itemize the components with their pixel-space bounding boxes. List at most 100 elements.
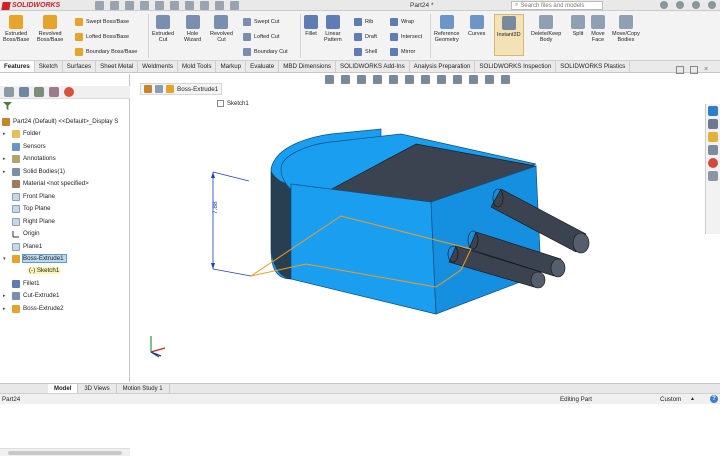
view-settings-icon[interactable] bbox=[485, 75, 494, 84]
display-manager-icon[interactable] bbox=[64, 87, 74, 97]
move-face-button[interactable]: Move Face bbox=[591, 15, 605, 43]
swept-cut-button[interactable]: Swept Cut bbox=[243, 18, 279, 26]
help-icon[interactable] bbox=[676, 1, 684, 9]
solidworks-logo[interactable]: SOLIDWORKS bbox=[1, 1, 60, 10]
tree-item-folder[interactable]: ▸ Folder bbox=[3, 128, 41, 139]
restore-icon[interactable] bbox=[676, 66, 684, 74]
user-icon[interactable] bbox=[660, 1, 668, 9]
appearances-icon[interactable] bbox=[708, 158, 718, 168]
lofted-cut-button[interactable]: Lofted Cut bbox=[243, 33, 279, 41]
dynamic-annotation-icon[interactable] bbox=[389, 75, 398, 84]
undo-icon[interactable] bbox=[170, 1, 179, 10]
open-icon[interactable] bbox=[125, 1, 134, 10]
rebuild-icon[interactable] bbox=[215, 1, 224, 10]
3d-model[interactable] bbox=[131, 74, 705, 382]
mirror-button[interactable]: Mirror bbox=[390, 48, 415, 56]
tree-item-sensors[interactable]: Sensors bbox=[3, 141, 46, 152]
maximize-icon[interactable] bbox=[690, 66, 698, 74]
section-view-icon[interactable] bbox=[373, 75, 382, 84]
tab-solidworks-inspection[interactable]: SOLIDWORKS Inspection bbox=[475, 61, 557, 72]
tree-item-origin[interactable]: Origin bbox=[3, 228, 40, 239]
custom-properties-icon[interactable] bbox=[708, 171, 718, 181]
units-selector[interactable]: Custom bbox=[660, 396, 681, 403]
tab-weldments[interactable]: Weldments bbox=[138, 61, 179, 72]
print-icon[interactable] bbox=[155, 1, 164, 10]
expand-arrow-icon[interactable]: ▸ bbox=[3, 156, 9, 162]
expand-arrow-icon[interactable]: ▸ bbox=[3, 169, 9, 175]
revolved-boss-button[interactable]: Revolved Boss/Base bbox=[37, 15, 63, 43]
expand-arrow-icon[interactable]: ▸ bbox=[3, 306, 9, 312]
linear-pattern-button[interactable]: Linear Pattern bbox=[324, 15, 342, 43]
draft-button[interactable]: Draft bbox=[354, 33, 377, 41]
file-explorer-icon[interactable] bbox=[708, 132, 718, 142]
breadcrumb[interactable]: Boss-Extrude1 bbox=[140, 83, 223, 95]
apply-scene-icon[interactable] bbox=[469, 75, 478, 84]
tab-markup[interactable]: Markup bbox=[216, 61, 247, 72]
hide-show-items-icon[interactable] bbox=[437, 75, 446, 84]
expand-arrow-icon[interactable]: ▸ bbox=[3, 131, 9, 137]
tab-mbd-dimensions[interactable]: MBD Dimensions bbox=[279, 61, 337, 72]
tree-item-fillet1[interactable]: Fillet1 bbox=[3, 278, 40, 289]
design-library-icon[interactable] bbox=[708, 119, 718, 129]
dimension-value[interactable]: 7.88 bbox=[212, 201, 219, 214]
wrap-button[interactable]: Wrap bbox=[390, 18, 414, 26]
tree-item-annotations[interactable]: ▸ Annotations bbox=[3, 153, 56, 164]
tab-features[interactable]: Features bbox=[0, 61, 35, 72]
view-orientation-icon[interactable] bbox=[405, 75, 414, 84]
tab-motion-study-1[interactable]: Motion Study 1 bbox=[117, 384, 170, 393]
collapse-arrow-icon[interactable]: ▾ bbox=[3, 256, 9, 262]
close-icon[interactable] bbox=[708, 1, 716, 9]
property-manager-icon[interactable] bbox=[19, 87, 29, 97]
display-style-icon[interactable] bbox=[421, 75, 430, 84]
zoom-to-area-icon[interactable] bbox=[341, 75, 350, 84]
expand-arrow-icon[interactable]: ▸ bbox=[3, 293, 9, 299]
minimize-icon[interactable] bbox=[692, 1, 700, 9]
options-icon[interactable] bbox=[230, 1, 239, 10]
dimxpert-manager-icon[interactable] bbox=[49, 87, 59, 97]
split-button[interactable]: Split bbox=[571, 15, 585, 37]
reference-geometry-button[interactable]: Reference Geometry bbox=[434, 15, 459, 43]
home-icon[interactable] bbox=[95, 1, 104, 10]
fillet-button[interactable]: Fillet bbox=[304, 15, 318, 37]
edit-appearance-icon[interactable] bbox=[453, 75, 462, 84]
tab-sketch[interactable]: Sketch bbox=[35, 61, 63, 72]
horizontal-scrollbar[interactable] bbox=[0, 448, 130, 456]
boundary-cut-button[interactable]: Boundary Cut bbox=[243, 48, 288, 56]
extruded-boss-button[interactable]: Extruded Boss/Base bbox=[3, 15, 29, 43]
revolved-cut-button[interactable]: Revolved Cut bbox=[210, 15, 233, 43]
tab-mold-tools[interactable]: Mold Tools bbox=[178, 61, 217, 72]
tree-item-right-plane[interactable]: Right Plane bbox=[3, 216, 55, 227]
tab-analysis-preparation[interactable]: Analysis Preparation bbox=[410, 61, 476, 72]
view-palette-icon[interactable] bbox=[708, 145, 718, 155]
tree-item-cut-extrude1[interactable]: ▸ Cut-Extrude1 bbox=[3, 290, 59, 301]
help-icon[interactable]: ? bbox=[710, 395, 718, 403]
previous-view-icon[interactable] bbox=[357, 75, 366, 84]
search-input[interactable]: ⌕ Search files and models bbox=[511, 1, 603, 10]
scrollbar-thumb[interactable] bbox=[8, 451, 122, 455]
tab-surfaces[interactable]: Surfaces bbox=[63, 61, 97, 72]
lofted-boss-button[interactable]: Lofted Boss/Base bbox=[75, 33, 129, 41]
tree-item-front-plane[interactable]: Front Plane bbox=[3, 191, 55, 202]
rib-button[interactable]: Rib bbox=[354, 18, 373, 26]
select-icon[interactable] bbox=[200, 1, 209, 10]
breadcrumb-sketch[interactable]: Sketch1 bbox=[217, 100, 249, 107]
curves-button[interactable]: Curves bbox=[468, 15, 485, 37]
tab-evaluate[interactable]: Evaluate bbox=[246, 61, 280, 72]
save-icon[interactable] bbox=[140, 1, 149, 10]
tab-solidworks-plastics[interactable]: SOLIDWORKS Plastics bbox=[556, 61, 631, 72]
shell-button[interactable]: Shell bbox=[354, 48, 377, 56]
tree-item-solid-bodies[interactable]: ▸ Solid Bodies(1) bbox=[3, 166, 65, 177]
hole-wizard-button[interactable]: Hole Wizard bbox=[184, 15, 201, 43]
solidworks-resources-icon[interactable] bbox=[708, 106, 718, 116]
tree-item-material[interactable]: Material <not specified> bbox=[3, 178, 89, 189]
featuremanager-tree-icon[interactable] bbox=[4, 87, 14, 97]
delete-keep-body-button[interactable]: Delete/Keep Body bbox=[531, 15, 561, 43]
body-front-face[interactable] bbox=[290, 183, 437, 315]
tree-item-boss-extrude1[interactable]: ▾ Boss-Extrude1 bbox=[3, 253, 67, 264]
configuration-manager-icon[interactable] bbox=[34, 87, 44, 97]
tab-solidworks-addins[interactable]: SOLIDWORKS Add-Ins bbox=[336, 61, 410, 72]
filter-icon[interactable] bbox=[3, 102, 12, 110]
boundary-boss-button[interactable]: Boundary Boss/Base bbox=[75, 48, 137, 56]
swept-boss-button[interactable]: Swept Boss/Base bbox=[75, 18, 129, 26]
tab-sheet-metal[interactable]: Sheet Metal bbox=[96, 61, 139, 72]
